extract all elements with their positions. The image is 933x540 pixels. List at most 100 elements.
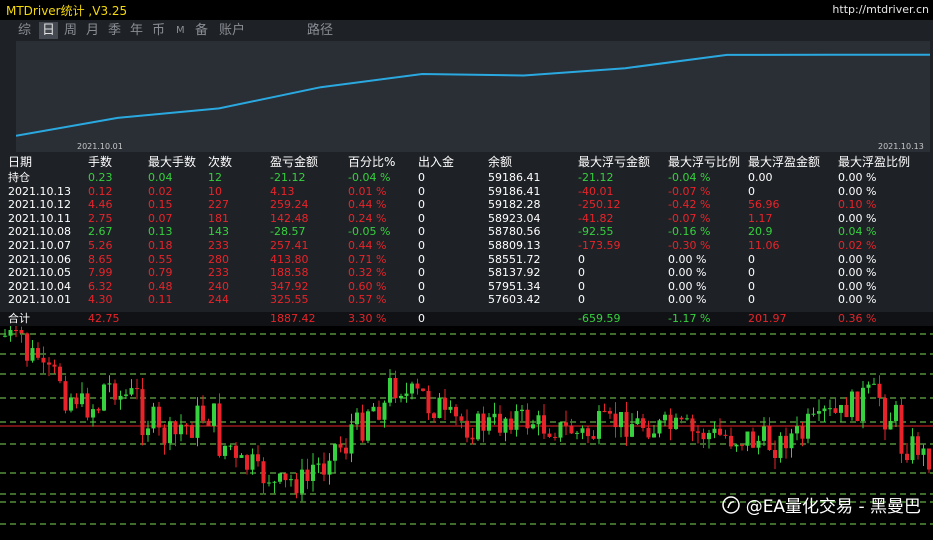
candle-body <box>184 424 189 426</box>
cell-col-10: 0 <box>748 184 755 198</box>
cell-col-0: 2021.10.07 <box>8 239 71 252</box>
candle-body <box>679 417 684 420</box>
cell-col-2: 0.13 <box>148 225 173 239</box>
tab-month[interactable]: 月 <box>86 22 99 39</box>
cell-col-11: 0.00 % <box>838 171 877 184</box>
candle-body <box>96 409 101 411</box>
candle-body <box>14 330 18 331</box>
candle-body <box>382 402 387 420</box>
cell-col-8: -659.59 <box>578 312 621 325</box>
cell-col-9: -0.07 % <box>668 184 711 198</box>
candle-body <box>910 436 915 461</box>
candle-body <box>190 425 194 438</box>
cell-col-10: 1.17 <box>748 211 773 225</box>
candle-body <box>916 436 920 455</box>
cell-col-0: 2021.10.08 <box>8 225 71 239</box>
candle-body <box>525 409 530 429</box>
cell-col-1: 0.12 <box>88 184 113 198</box>
cell-col-4: 325.55 <box>270 293 309 307</box>
candle-body <box>498 413 502 433</box>
candle-body <box>146 428 150 436</box>
candle-body <box>102 384 106 411</box>
tab-year[interactable]: 年 <box>130 22 143 39</box>
candle-body <box>817 411 821 414</box>
cell-col-6: 0 <box>418 198 425 212</box>
cell-col-7: 59182.28 <box>488 198 541 212</box>
cell-col-9: 0.00 % <box>668 279 707 293</box>
candle-body <box>641 418 645 428</box>
cell-col-6: 0 <box>418 239 425 252</box>
candle-body <box>586 428 590 437</box>
candle-body <box>646 427 651 438</box>
candle-body <box>690 418 695 432</box>
cell-col-7: 58137.92 <box>488 266 541 280</box>
cell-col-7: 余额 <box>488 155 513 169</box>
candle-body <box>157 406 161 428</box>
cell-col-1: 42.75 <box>88 312 120 325</box>
candle-body <box>492 413 497 418</box>
candle-body <box>316 463 321 465</box>
cell-col-10: 0 <box>748 266 755 280</box>
candle-body <box>278 473 282 482</box>
candle-body <box>602 411 607 413</box>
candle-body <box>542 415 546 434</box>
watermark-text: @EA量化交易 - 黑曼巴 <box>745 497 921 517</box>
cell-col-4: 4.13 <box>270 184 295 198</box>
candle-body <box>487 417 491 431</box>
cell-col-6: 0 <box>418 279 425 293</box>
watermark: @EA量化交易 - 黑曼巴 <box>721 492 921 517</box>
cell-col-5: 0.01 % <box>348 184 387 198</box>
tab-week[interactable]: 周 <box>64 22 77 39</box>
cell-col-0: 2021.10.05 <box>8 266 71 280</box>
candle-body <box>520 409 524 412</box>
candle-body <box>894 404 898 421</box>
candle-body <box>866 384 871 388</box>
cell-col-2: 0.55 <box>148 252 173 266</box>
table-row: 2021.10.07 5.26 0.18 233 257.41 0.44 % 0 58809.… <box>0 239 933 252</box>
tab-quarter[interactable]: 季 <box>108 22 121 39</box>
cell-col-0: 日期 <box>8 155 33 169</box>
candle-body <box>404 393 409 396</box>
candle-body <box>657 420 662 434</box>
tab-path[interactable]: 路径 <box>307 22 333 39</box>
candle-body <box>789 433 794 449</box>
cell-col-3: 233 <box>208 239 229 252</box>
cell-col-8: 0 <box>578 293 585 307</box>
candle-body <box>410 383 414 394</box>
tab-currency[interactable]: 币 <box>152 22 165 39</box>
cell-col-9: -0.07 % <box>668 211 711 225</box>
candle-body <box>877 383 882 398</box>
tab-summary[interactable]: 综 <box>18 22 31 39</box>
candle-body <box>223 445 227 456</box>
cell-col-1: 2.67 <box>88 225 113 239</box>
cell-col-2: 0.18 <box>148 239 173 252</box>
candle-body <box>481 413 486 431</box>
tab-remark[interactable]: 备 <box>195 22 208 39</box>
cell-col-10: 0 <box>748 252 755 266</box>
candle-body <box>751 431 755 448</box>
candle-body <box>283 473 288 481</box>
candle-body <box>850 391 854 418</box>
site-url-link[interactable]: http://mtdriver.cn <box>832 3 929 16</box>
cell-col-5: 3.30 % <box>348 312 387 325</box>
cell-col-7: 59186.41 <box>488 171 541 184</box>
cell-col-6: 0 <box>418 252 425 266</box>
candle-body <box>844 405 849 418</box>
candle-body <box>448 406 453 410</box>
cell-col-10: 201.97 <box>748 312 787 325</box>
cell-col-5: 0.24 % <box>348 211 387 225</box>
tab-day[interactable]: 日 <box>39 22 59 39</box>
candle-body <box>261 461 266 484</box>
candle-body <box>107 383 112 385</box>
table-row: 2021.10.05 7.99 0.79 233 188.58 0.32 % 0 58137.… <box>0 266 933 279</box>
cell-col-11: 0.00 % <box>838 266 877 280</box>
candle-body <box>289 479 293 481</box>
candle-body <box>558 422 563 438</box>
cell-col-0: 2021.10.06 <box>8 252 71 266</box>
cell-col-11: 0.00 % <box>838 279 877 293</box>
cell-col-8: 0 <box>578 252 585 266</box>
cell-col-0: 2021.10.01 <box>8 293 71 307</box>
tab-magic[interactable]: M <box>176 22 185 39</box>
cell-col-11: 0.00 % <box>838 184 877 198</box>
tab-account[interactable]: 账户 <box>219 22 245 39</box>
